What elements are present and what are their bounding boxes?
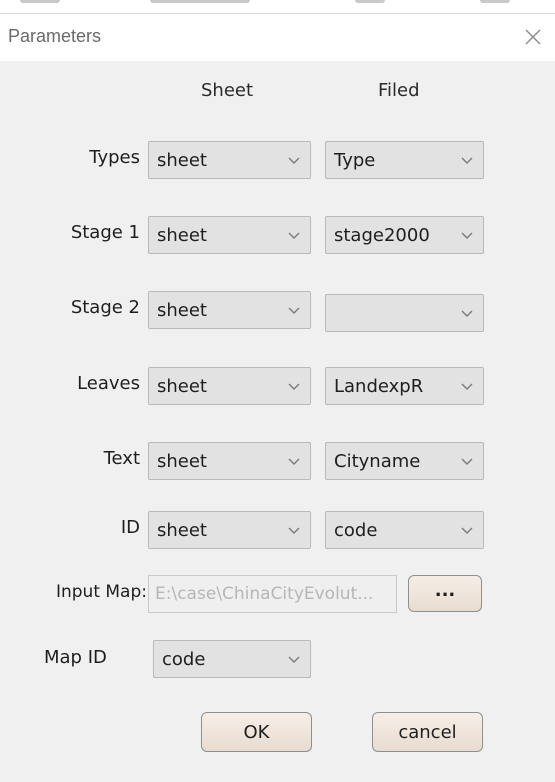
close-icon (525, 29, 541, 45)
input-map-label: Input Map: (55, 582, 147, 602)
chevron-down-icon (288, 307, 300, 314)
map-id-dropdown[interactable]: code (153, 640, 311, 678)
types-field-dropdown[interactable]: Type (325, 141, 484, 179)
types-sheet-dropdown[interactable]: sheet (148, 141, 311, 179)
leaves-label: Leaves (77, 373, 140, 394)
chevron-down-icon (288, 656, 300, 663)
leaves-sheet-dropdown[interactable]: sheet (148, 367, 311, 405)
types-label: Types (89, 147, 140, 168)
stage1-label: Stage 1 (70, 222, 140, 243)
id-field-dropdown[interactable]: code (325, 511, 484, 549)
chevron-down-icon (461, 232, 473, 239)
chevron-down-icon (461, 458, 473, 465)
stage1-field-dropdown[interactable]: stage2000 (325, 216, 484, 254)
browse-button[interactable]: ... (408, 575, 482, 612)
chevron-down-icon (461, 383, 473, 390)
chevron-down-icon (461, 527, 473, 534)
stage2-label: Stage 2 (70, 297, 140, 318)
cancel-button[interactable]: cancel (372, 712, 483, 752)
ok-button[interactable]: OK (201, 712, 312, 752)
leaves-field-dropdown[interactable]: LandexpR (325, 367, 484, 405)
background-window-strip (0, 0, 555, 13)
chevron-down-icon (288, 458, 300, 465)
map-id-label: Map ID (44, 647, 107, 668)
stage1-sheet-dropdown[interactable]: sheet (148, 216, 311, 254)
dialog-title: Parameters (8, 26, 102, 46)
chevron-down-icon (288, 527, 300, 534)
title-bar: Parameters (0, 13, 555, 61)
chevron-down-icon (288, 383, 300, 390)
chevron-down-icon (461, 157, 473, 164)
text-label: Text (103, 448, 140, 469)
id-sheet-dropdown[interactable]: sheet (148, 511, 311, 549)
stage2-sheet-dropdown[interactable]: sheet (148, 291, 311, 329)
chevron-down-icon (288, 232, 300, 239)
chevron-down-icon (288, 157, 300, 164)
chevron-down-icon (461, 310, 473, 317)
input-map-path-field[interactable]: E:\case\ChinaCityEvolut... (148, 575, 397, 613)
close-button[interactable] (522, 26, 544, 48)
stage2-field-dropdown[interactable] (325, 294, 484, 332)
text-sheet-dropdown[interactable]: sheet (148, 442, 311, 480)
text-field-dropdown[interactable]: Cityname (325, 442, 484, 480)
sheet-column-header: Sheet (201, 80, 254, 101)
field-column-header: Filed (378, 80, 420, 101)
id-label: ID (120, 517, 140, 538)
